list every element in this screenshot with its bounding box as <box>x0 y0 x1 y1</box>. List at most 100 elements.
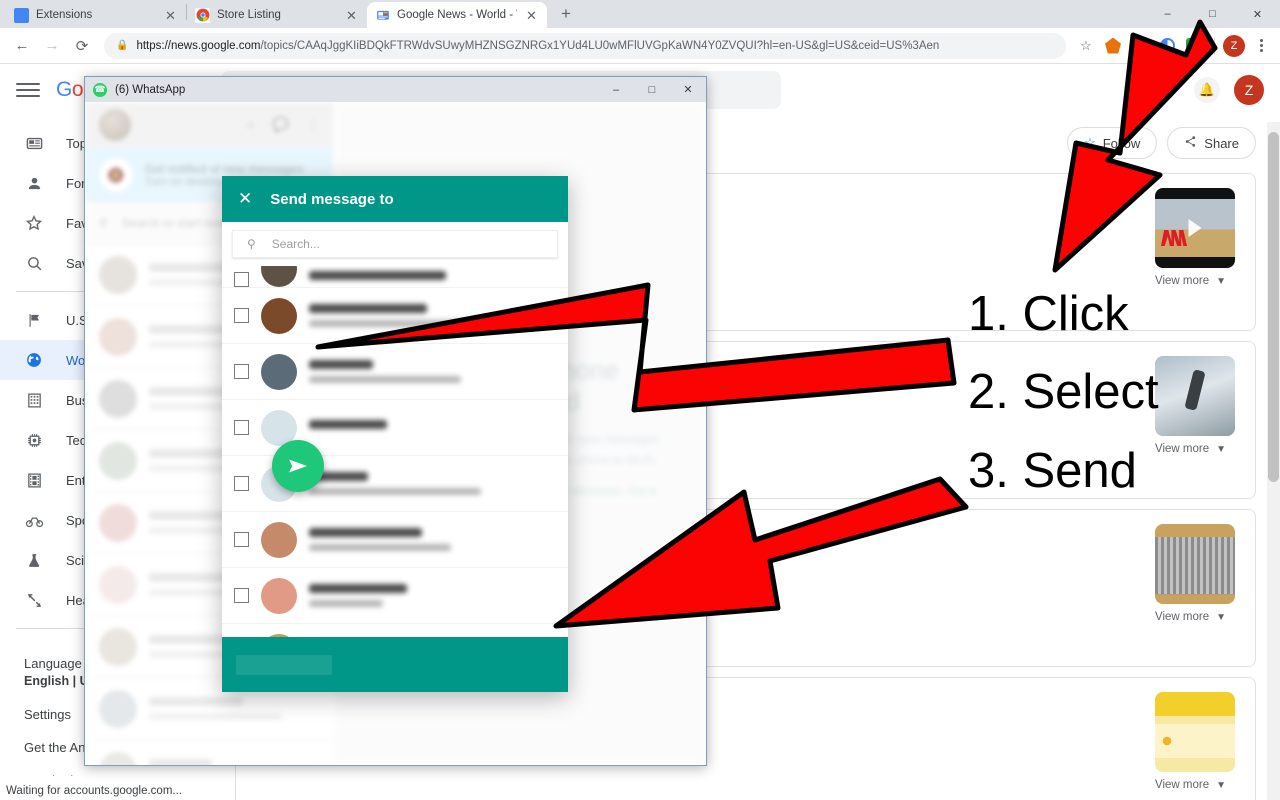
hamburger-icon[interactable] <box>16 83 40 97</box>
share-icon <box>1184 135 1197 151</box>
film-icon <box>24 472 44 489</box>
scrollbar-thumb[interactable] <box>1268 132 1279 482</box>
minimize-button[interactable]: – <box>1145 0 1190 28</box>
contact-checkbox[interactable] <box>234 588 249 603</box>
contact-row[interactable] <box>222 624 568 637</box>
close-icon[interactable]: ✕ <box>344 8 359 23</box>
url-domain: https://news.google.com <box>136 39 261 52</box>
dialog-search-wrap: ⚲ Search... <box>222 222 568 266</box>
chrome-menu-icon[interactable] <box>1250 39 1272 52</box>
contact-avatar <box>261 577 297 614</box>
close-icon[interactable]: ✕ <box>238 189 252 209</box>
reload-icon[interactable]: ⟳ <box>68 32 96 60</box>
contact-checkbox[interactable] <box>234 420 249 435</box>
eggs-thumbnail[interactable] <box>1155 692 1235 772</box>
dialog-header: ✕ Send message to <box>222 176 568 222</box>
close-icon[interactable]: ✕ <box>163 8 178 23</box>
contact-row[interactable] <box>222 568 568 624</box>
news-card-media: View more ▼ <box>1155 356 1239 484</box>
minimize-button[interactable]: – <box>598 77 634 102</box>
maximize-button[interactable]: □ <box>1190 0 1235 28</box>
extension-blue-icon[interactable] <box>1155 34 1179 58</box>
account-avatar[interactable]: Z <box>1234 75 1264 105</box>
back-icon[interactable]: ← <box>8 32 36 60</box>
whatsapp-title-bar[interactable]: ☎ (6) WhatsApp – □ ✕ <box>85 77 706 102</box>
whatsapp-window-title: (6) WhatsApp <box>115 83 186 96</box>
status-icon[interactable]: ○ <box>247 117 255 133</box>
extension-orange-icon[interactable] <box>1101 34 1125 58</box>
follow-label: Follow <box>1102 135 1141 151</box>
header-actions: 🔔 Z <box>1194 75 1264 105</box>
chevron-down-icon: ▼ <box>1216 275 1227 287</box>
contact-avatar <box>261 266 297 287</box>
view-more-button[interactable]: View more ▼ <box>1155 443 1239 455</box>
kebab-menu-icon[interactable]: ⋮ <box>307 117 320 133</box>
follow-button[interactable]: ☆ Follow <box>1067 127 1158 159</box>
play-icon <box>1188 219 1202 237</box>
tank-video-thumbnail[interactable] <box>1155 188 1235 268</box>
flask-icon <box>24 552 44 569</box>
view-more-button[interactable]: View more ▼ <box>1155 275 1239 287</box>
whatsapp-icon: ☎ <box>93 82 107 97</box>
google-news-icon <box>375 7 390 23</box>
forward-icon[interactable]: → <box>38 32 66 60</box>
chevron-down-icon: ▼ <box>1216 611 1227 623</box>
send-message-dialog: ✕ Send message to ⚲ Search... <box>222 176 568 692</box>
selected-contacts-chip <box>236 654 332 675</box>
contact-text <box>309 584 554 607</box>
page-scrollbar[interactable] <box>1267 122 1280 800</box>
smoke-thumbnail[interactable] <box>1155 356 1235 436</box>
contact-text <box>309 271 554 287</box>
contact-checkbox[interactable] <box>234 308 249 323</box>
new-chat-icon[interactable]: 💬 <box>273 117 289 133</box>
contact-text <box>309 360 554 383</box>
view-more-label: View more <box>1155 611 1210 623</box>
close-button[interactable]: ✕ <box>670 77 706 102</box>
contact-text <box>309 528 554 551</box>
contact-search-input[interactable]: ⚲ Search... <box>232 230 558 258</box>
contact-checkbox[interactable] <box>234 532 249 547</box>
tab-extensions[interactable]: Extensions ✕ <box>6 2 186 28</box>
share-button[interactable]: Share <box>1167 127 1256 159</box>
contact-text <box>309 472 554 495</box>
extension-red-icon[interactable]: ••• <box>1128 34 1152 58</box>
lock-icon: 🔒 <box>116 40 129 51</box>
contact-text <box>309 304 554 327</box>
sidebar-item-label: Settings <box>24 707 71 722</box>
view-more-button[interactable]: View more ▼ <box>1155 611 1239 623</box>
close-button[interactable]: ✕ <box>1235 0 1280 28</box>
chevron-down-icon: ▼ <box>1216 443 1227 455</box>
contact-checkbox[interactable] <box>234 476 249 491</box>
tab-google-news[interactable]: Google News - World - World Un ✕ <box>367 2 547 28</box>
contact-row[interactable] <box>222 344 568 400</box>
tab-store-listing[interactable]: Store Listing ✕ <box>187 2 367 28</box>
notifications-icon[interactable]: 🔔 <box>1194 77 1220 103</box>
fabric-thumbnail[interactable] <box>1155 524 1235 604</box>
bookmark-star-icon[interactable]: ☆ <box>1074 34 1098 58</box>
profile-avatar[interactable]: Z <box>1223 34 1245 57</box>
contact-row[interactable] <box>222 400 568 456</box>
new-tab-button[interactable]: + <box>553 1 579 27</box>
chat-list-item[interactable]: Yesterday <box>85 740 334 765</box>
contact-row[interactable] <box>222 288 568 344</box>
contact-checkbox[interactable] <box>234 272 249 287</box>
news-card-media: View more ▼ <box>1155 692 1239 800</box>
search-icon <box>24 255 44 272</box>
avatar[interactable] <box>99 109 131 141</box>
tab-strip: Extensions ✕ Store Listing ✕ Google News… <box>0 0 1280 28</box>
contact-checkbox-list[interactable] <box>222 266 568 637</box>
view-more-button[interactable]: View more ▼ <box>1155 779 1239 791</box>
pulse-icon <box>24 592 44 609</box>
whatsapp-sender-extension-icon[interactable] <box>1182 34 1206 58</box>
address-bar[interactable]: 🔒 https://news.google.com/topics/CAAqJgg… <box>104 32 1066 59</box>
omnibox-toolbar: ← → ⟳ 🔒 https://news.google.com/topics/C… <box>0 28 1280 64</box>
chevron-down-icon: ▼ <box>1216 779 1227 791</box>
send-fab-button[interactable] <box>272 440 324 492</box>
contact-row[interactable] <box>222 512 568 568</box>
contact-checkbox[interactable] <box>234 364 249 379</box>
whatsapp-window-controls: – □ ✕ <box>598 77 706 102</box>
contact-row[interactable] <box>222 266 568 288</box>
close-icon[interactable]: ✕ <box>524 8 539 23</box>
whatsapp-panel-header: ○ 💬 ⋮ <box>85 102 334 148</box>
maximize-button[interactable]: □ <box>634 77 670 102</box>
